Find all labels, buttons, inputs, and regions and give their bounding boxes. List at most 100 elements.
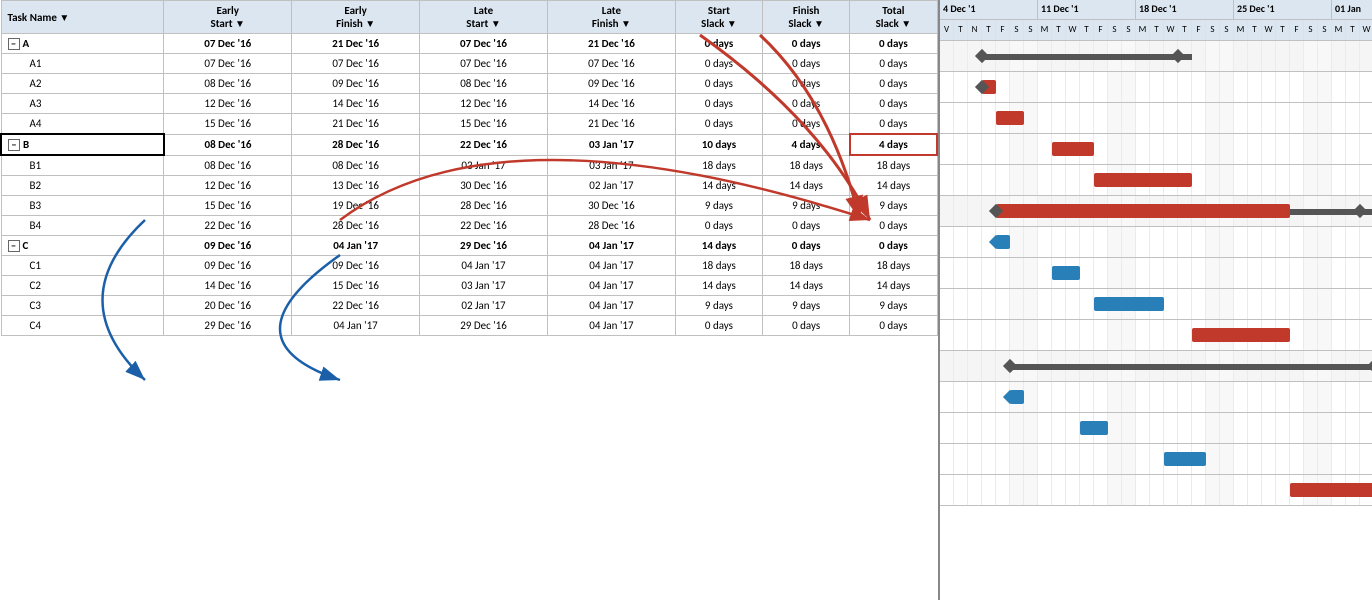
cell-c1-start-slack: 18 days — [675, 256, 762, 276]
gantt-day-12: S — [1108, 20, 1122, 40]
cell-c4-total-slack: 0 days — [850, 316, 937, 336]
gantt-day-5: S — [1010, 20, 1024, 40]
expand-btn-c[interactable]: − — [8, 240, 20, 252]
cell-b3-finish-slack: 9 days — [763, 196, 850, 216]
gantt-day-30: W — [1360, 20, 1372, 40]
table-row-b3: B315 Dec '1619 Dec '1628 Dec '1630 Dec '… — [1, 196, 937, 216]
gantt-day-4: F — [996, 20, 1010, 40]
gantt-day-16: W — [1164, 20, 1178, 40]
col-header-late-start[interactable]: LateStart ▼ — [420, 1, 548, 34]
table-row-b: −B08 Dec '1628 Dec '1622 Dec '1603 Jan '… — [1, 134, 937, 155]
gantt-row-c2 — [940, 413, 1372, 444]
task-label-b3: B3 — [30, 199, 42, 212]
gantt-day-17: T — [1178, 20, 1192, 40]
gantt-day-27: S — [1318, 20, 1332, 40]
gantt-body — [940, 41, 1372, 506]
col-header-total-slack[interactable]: TotalSlack ▼ — [850, 1, 937, 34]
col-header-early-start[interactable]: EarlyStart ▼ — [164, 1, 292, 34]
cell-c3-finish-slack: 9 days — [763, 296, 850, 316]
cell-b4-early-finish: 28 Dec '16 — [292, 216, 420, 236]
cell-b1-late-start: 03 Jan '17 — [420, 155, 548, 176]
gantt-row-c1 — [940, 382, 1372, 413]
task-name-c4: C4 — [1, 316, 164, 336]
col-header-early-finish[interactable]: EarlyFinish ▼ — [292, 1, 420, 34]
gantt-row-c — [940, 351, 1372, 382]
table-row-c3: C320 Dec '1622 Dec '1602 Jan '1704 Jan '… — [1, 296, 937, 316]
gantt-week-4: 01 Jan — [1332, 0, 1372, 19]
cell-b4-late-finish: 28 Dec '16 — [547, 216, 675, 236]
indent-spacer — [8, 159, 30, 172]
cell-a3-finish-slack: 0 days — [763, 94, 850, 114]
cell-a4-start-slack: 0 days — [675, 114, 762, 135]
cell-a3-early-start: 12 Dec '16 — [164, 94, 292, 114]
indent-spacer — [8, 117, 30, 130]
cell-c1-total-slack: 18 days — [850, 256, 937, 276]
task-label-a2: A2 — [30, 77, 42, 90]
gantt-row-a1 — [940, 72, 1372, 103]
gantt-day-28: M — [1332, 20, 1346, 40]
col-header-late-finish[interactable]: LateFinish ▼ — [547, 1, 675, 34]
task-label-a1: A1 — [30, 57, 42, 70]
task-label-c4: C4 — [30, 319, 41, 332]
gantt-day-22: T — [1248, 20, 1262, 40]
cell-a2-finish-slack: 0 days — [763, 74, 850, 94]
cell-b3-late-finish: 30 Dec '16 — [547, 196, 675, 216]
cell-a4-finish-slack: 0 days — [763, 114, 850, 135]
task-name-c1: C1 — [1, 256, 164, 276]
expand-btn-b[interactable]: − — [8, 139, 20, 151]
gantt-day-29: T — [1346, 20, 1360, 40]
gantt-bar-a2 — [996, 111, 1024, 125]
indent-spacer — [8, 279, 30, 292]
cell-c2-total-slack: 14 days — [850, 276, 937, 296]
task-label-c2: C2 — [30, 279, 41, 292]
col-header-finish-slack[interactable]: FinishSlack ▼ — [763, 1, 850, 34]
grid-lines — [940, 320, 1372, 350]
cell-c-start-slack: 14 days — [675, 236, 762, 256]
task-label-b4: B4 — [30, 219, 42, 232]
table-row-b2: B212 Dec '1613 Dec '1630 Dec '1602 Jan '… — [1, 176, 937, 196]
indent-spacer — [8, 199, 30, 212]
gantt-summary-bar-a — [982, 54, 1192, 60]
col-header-task[interactable]: Task Name ▼ — [1, 1, 164, 34]
gantt-row-b4 — [940, 320, 1372, 351]
cell-a2-early-start: 08 Dec '16 — [164, 74, 292, 94]
task-name-b2: B2 — [1, 176, 164, 196]
gantt-bar-b3 — [1094, 297, 1164, 311]
gantt-weeks-row: 4 Dec '111 Dec '118 Dec '125 Dec '101 Ja… — [940, 0, 1372, 20]
gantt-row-a — [940, 41, 1372, 72]
cell-a4-early-start: 15 Dec '16 — [164, 114, 292, 135]
cell-b4-early-start: 22 Dec '16 — [164, 216, 292, 236]
cell-a1-finish-slack: 0 days — [763, 54, 850, 74]
cell-c-finish-slack: 0 days — [763, 236, 850, 256]
table-row-a3: A312 Dec '1614 Dec '1612 Dec '1614 Dec '… — [1, 94, 937, 114]
task-name-a2: A2 — [1, 74, 164, 94]
cell-a-early-start: 07 Dec '16 — [164, 34, 292, 54]
cell-b-late-finish: 03 Jan '17 — [547, 134, 675, 155]
table-row-c2: C214 Dec '1615 Dec '1603 Jan '1704 Jan '… — [1, 276, 937, 296]
gantt-days-row: VTNTFSSMTWTFSSMTWTFSSMTWTFSSMTWTFSS — [940, 20, 1372, 40]
gantt-day-8: T — [1052, 20, 1066, 40]
cell-b4-start-slack: 0 days — [675, 216, 762, 236]
task-label-a4: A4 — [30, 117, 42, 130]
task-label-b1: B1 — [30, 159, 42, 172]
cell-a-late-start: 07 Dec '16 — [420, 34, 548, 54]
expand-btn-a[interactable]: − — [8, 38, 20, 50]
gantt-day-14: M — [1136, 20, 1150, 40]
task-label-a: A — [23, 37, 30, 50]
cell-b-late-start: 22 Dec '16 — [420, 134, 548, 155]
grid-lines — [940, 72, 1372, 102]
task-name-c3: C3 — [1, 296, 164, 316]
cell-c1-early-finish: 09 Dec '16 — [292, 256, 420, 276]
gantt-day-25: F — [1290, 20, 1304, 40]
cell-b2-late-finish: 02 Jan '17 — [547, 176, 675, 196]
gantt-row-b — [940, 196, 1372, 227]
cell-a4-total-slack: 0 days — [850, 114, 937, 135]
gantt-day-11: F — [1094, 20, 1108, 40]
cell-b3-early-start: 15 Dec '16 — [164, 196, 292, 216]
gantt-day-6: S — [1024, 20, 1038, 40]
cell-a-finish-slack: 0 days — [763, 34, 850, 54]
table-header-row: Task Name ▼ EarlyStart ▼ EarlyFinish ▼ L… — [1, 1, 937, 34]
col-header-start-slack[interactable]: StartSlack ▼ — [675, 1, 762, 34]
cell-a3-start-slack: 0 days — [675, 94, 762, 114]
cell-a1-total-slack: 0 days — [850, 54, 937, 74]
